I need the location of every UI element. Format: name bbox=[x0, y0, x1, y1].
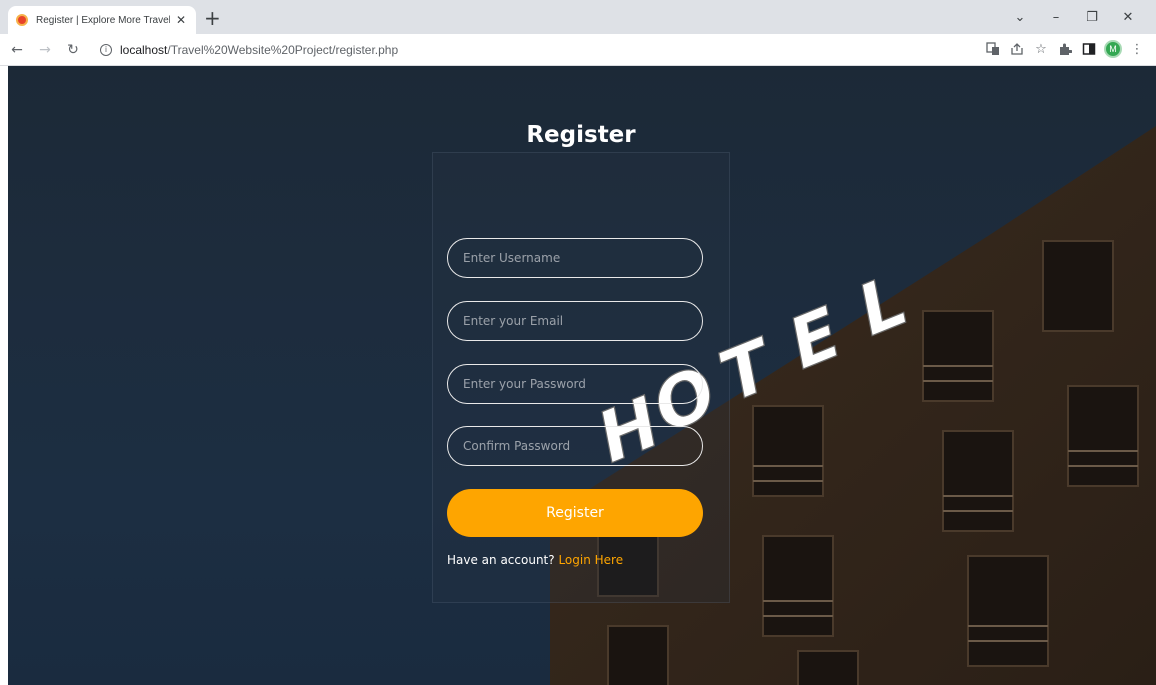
username-field[interactable] bbox=[447, 238, 703, 278]
restore-icon[interactable]: ❐ bbox=[1074, 6, 1110, 28]
sign-letter: E bbox=[777, 291, 852, 385]
reload-icon[interactable]: ↻ bbox=[62, 39, 84, 61]
form-title: Register bbox=[526, 122, 636, 148]
translate-icon[interactable] bbox=[984, 39, 1002, 59]
password-field[interactable] bbox=[447, 364, 703, 404]
url-text[interactable]: localhost/Travel%20Website%20Project/reg… bbox=[120, 43, 398, 57]
bookmark-star-icon[interactable]: ☆ bbox=[1032, 39, 1050, 59]
profile-avatar[interactable]: M bbox=[1104, 40, 1122, 58]
email-field[interactable] bbox=[447, 301, 703, 341]
have-account-text: Have an account? bbox=[447, 553, 555, 567]
share-icon[interactable] bbox=[1008, 39, 1026, 59]
url-host: localhost bbox=[120, 42, 168, 57]
back-icon[interactable]: ← bbox=[6, 39, 28, 61]
tab-search-icon[interactable]: ⌄ bbox=[1002, 6, 1038, 28]
close-tab-icon[interactable]: ✕ bbox=[176, 13, 186, 27]
toolbar-icons: ☆ M ⋮ bbox=[984, 39, 1146, 59]
menu-kebab-icon[interactable]: ⋮ bbox=[1128, 39, 1146, 59]
login-prompt: Have an account? Login Here bbox=[447, 553, 623, 567]
extensions-icon[interactable] bbox=[1056, 39, 1074, 59]
site-favicon-icon bbox=[16, 14, 28, 26]
window-controls: ⌄ – ❐ ✕ bbox=[1002, 6, 1146, 28]
address-bar[interactable]: i localhost/Travel%20Website%20Project/r… bbox=[94, 38, 974, 62]
new-tab-icon[interactable]: + bbox=[204, 7, 221, 29]
site-info-icon[interactable]: i bbox=[100, 43, 112, 56]
confirm-password-field[interactable] bbox=[447, 426, 703, 466]
register-button[interactable]: Register bbox=[447, 489, 703, 537]
sign-letter: L bbox=[846, 259, 918, 352]
side-panel-icon[interactable] bbox=[1080, 39, 1098, 59]
browser-toolbar: ← → ↻ i localhost/Travel%20Website%20Pro… bbox=[0, 34, 1156, 66]
forward-icon[interactable]: → bbox=[34, 39, 56, 61]
sign-letter: T bbox=[709, 322, 789, 418]
browser-tab[interactable]: Register | Explore More Travel Gu ✕ bbox=[8, 6, 196, 34]
close-window-icon[interactable]: ✕ bbox=[1110, 6, 1146, 28]
tab-strip: Register | Explore More Travel Gu ✕ + ⌄ … bbox=[0, 0, 1156, 34]
minimize-icon[interactable]: – bbox=[1038, 6, 1074, 28]
url-path: /Travel%20Website%20Project/register.php bbox=[167, 42, 399, 57]
tab-title: Register | Explore More Travel Gu bbox=[36, 14, 170, 26]
login-link[interactable]: Login Here bbox=[558, 553, 623, 567]
